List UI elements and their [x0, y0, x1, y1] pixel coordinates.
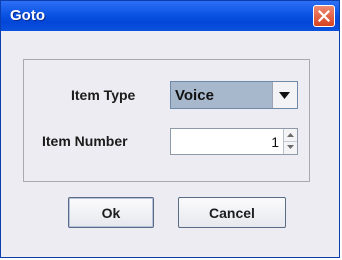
close-icon — [318, 10, 330, 22]
spin-up-icon — [287, 133, 294, 137]
cancel-button-label: Cancel — [209, 204, 255, 221]
cancel-button[interactable]: Cancel — [178, 197, 286, 228]
close-button[interactable] — [313, 5, 335, 27]
item-number-label: Item Number — [42, 133, 128, 149]
item-number-input[interactable] — [171, 129, 283, 154]
title-bar[interactable]: Goto — [1, 1, 339, 31]
ok-button-label: Ok — [101, 204, 121, 221]
dialog-body: Item Type Voice Item Number 1 Ok Cancel — [4, 31, 336, 254]
spinner-down-button[interactable] — [284, 141, 297, 153]
dialog-title: Goto — [10, 7, 45, 24]
item-type-selected-value: Voice — [175, 87, 214, 104]
spinner-buttons — [283, 129, 297, 154]
form-group-box: Item Type Voice Item Number — [23, 59, 310, 182]
item-type-label: Item Type — [71, 87, 136, 103]
goto-dialog: Goto Item Type Voice Item Number 1 Ok Ca… — [0, 0, 340, 258]
item-type-dropdown-button[interactable] — [272, 82, 297, 108]
item-type-combobox[interactable]: Voice — [170, 81, 298, 109]
spin-down-icon — [287, 145, 294, 149]
item-number-spinner[interactable] — [170, 128, 298, 155]
ok-button[interactable]: Ok — [68, 197, 154, 228]
chevron-down-icon — [279, 92, 290, 99]
